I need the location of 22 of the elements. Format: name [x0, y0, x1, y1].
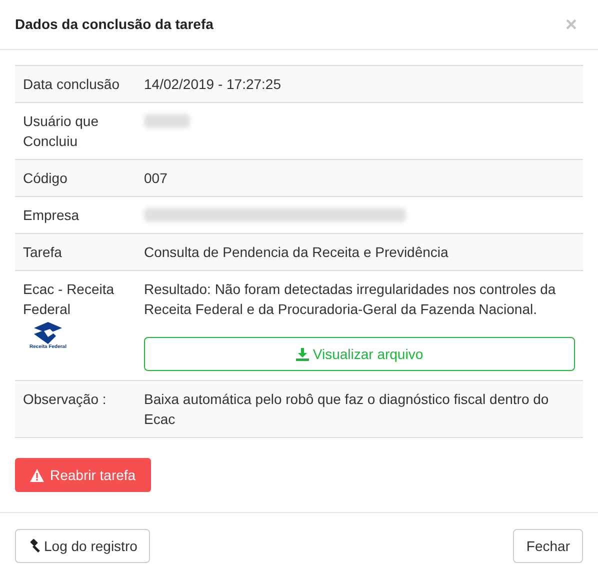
warning-icon [30, 468, 44, 482]
blurred-value [144, 114, 190, 128]
reopen-button[interactable]: Reabrir tarefa [15, 458, 151, 492]
close-button[interactable]: × [565, 14, 577, 34]
field-label: Empresa [23, 206, 80, 225]
field-label: Ecac - Receita Federal [23, 280, 116, 319]
field-value: 14/02/2019 - 17:27:25 [144, 75, 282, 94]
field-label: Observação : [23, 390, 108, 409]
field-label: Código [23, 169, 68, 188]
field-label: Usuário que Concluiu [23, 112, 100, 151]
view-file-button[interactable]: Visualizar arquivo [144, 337, 575, 371]
field-value: 007 [144, 169, 168, 188]
gavel-icon [28, 539, 42, 553]
log-button[interactable]: Log do registro [15, 529, 150, 563]
modal-title: Dados da conclusão da tarefa [15, 15, 214, 34]
close-dialog-button[interactable]: Fechar [513, 529, 583, 563]
field-value: Baixa automática pelo robô que faz o diagnóstico fiscal dentro do Ecac [144, 390, 550, 429]
download-icon [296, 348, 309, 360]
field-label: Data conclusão [23, 75, 121, 94]
field-value: Consulta de Pendencia da Receita e Previdência [144, 243, 450, 262]
field-value: Resultado: Não foram detectadas irregularidades nos controles da Receita Federal e da Procuradoria-Geral da Fazenda Nacional. [144, 280, 557, 319]
field-label: Tarefa [23, 243, 63, 262]
